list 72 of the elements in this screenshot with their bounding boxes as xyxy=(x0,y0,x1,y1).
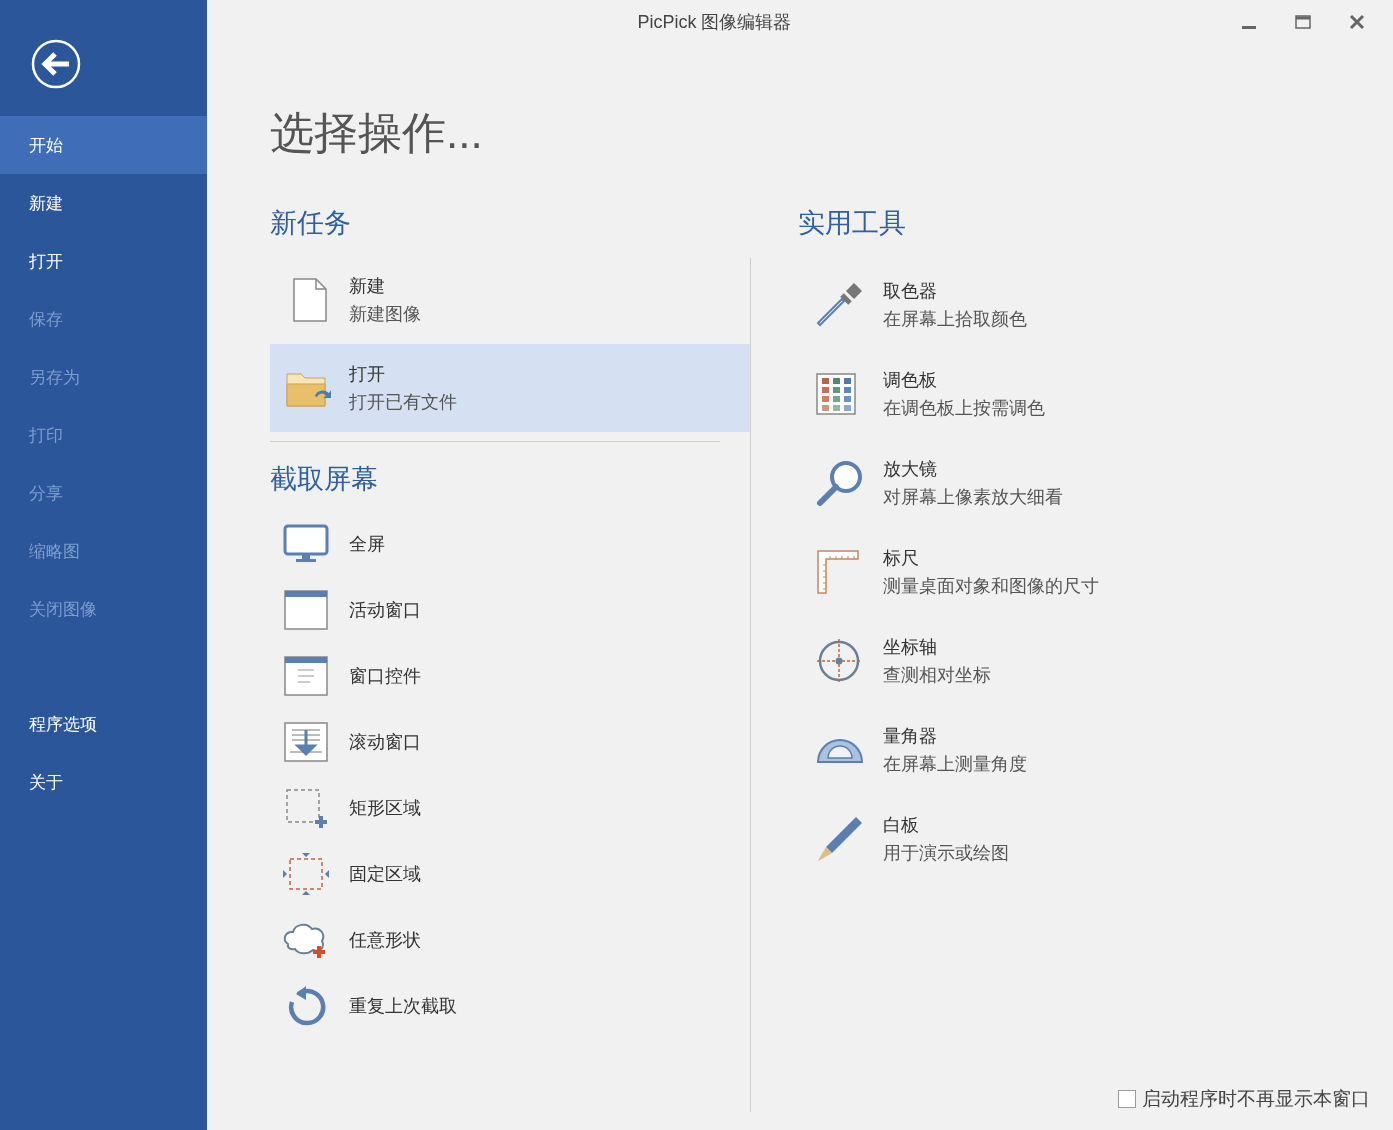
capture-label: 矩形区域 xyxy=(349,797,421,820)
tool-description: 查测相对坐标 xyxy=(883,663,991,687)
window-icon xyxy=(284,656,328,696)
tool-description: 在屏幕上拾取颜色 xyxy=(883,307,1027,331)
tool-item[interactable]: 调色板 在调色板上按需调色 xyxy=(798,349,1370,438)
tool-title: 取色器 xyxy=(883,279,938,303)
palette-grid-icon xyxy=(816,372,856,415)
page-heading: 选择操作... xyxy=(270,107,484,159)
window-icon xyxy=(284,590,328,630)
rectangle-select-icon xyxy=(284,788,328,828)
magnifier-icon xyxy=(816,458,864,507)
minimize-icon xyxy=(1242,25,1256,29)
capture-item[interactable]: 矩形区域 xyxy=(270,775,750,841)
sidebar-item[interactable]: 新建 xyxy=(0,174,207,232)
section-title: 新任务 xyxy=(270,207,352,240)
capture-label: 固定区域 xyxy=(349,863,421,886)
tool-item[interactable]: 标尺 测量桌面对象和图像的尺寸 xyxy=(798,527,1370,616)
tool-title: 调色板 xyxy=(883,368,938,392)
tool-title: 放大镜 xyxy=(883,457,938,481)
tool-item[interactable]: 取色器 在屏幕上拾取颜色 xyxy=(798,260,1370,349)
capture-label: 窗口控件 xyxy=(349,665,421,688)
checkbox[interactable] xyxy=(1118,1090,1136,1108)
task-description: 新建图像 xyxy=(349,303,421,326)
capture-item[interactable]: 全屏 xyxy=(270,511,750,577)
pen-icon xyxy=(816,814,864,863)
capture-item[interactable]: 窗口控件 xyxy=(270,643,750,709)
section-title: 截取屏幕 xyxy=(270,463,379,496)
sidebar-item[interactable]: 程序选项 xyxy=(0,695,207,753)
task-item[interactable]: 打开 打开已有文件 xyxy=(270,344,750,432)
capture-label: 滚动窗口 xyxy=(349,731,421,754)
tool-item[interactable]: 量角器 在屏幕上测量角度 xyxy=(798,705,1370,794)
tool-description: 在调色板上按需调色 xyxy=(883,396,1045,420)
task-title: 新建 xyxy=(349,275,386,298)
ruler-icon xyxy=(816,548,860,595)
tool-item[interactable]: 白板 用于演示或绘图 xyxy=(798,794,1370,883)
capture-label: 任意形状 xyxy=(349,929,421,952)
task-item[interactable]: 新建 新建图像 xyxy=(270,256,750,344)
task-description: 打开已有文件 xyxy=(349,391,457,414)
tool-description: 用于演示或绘图 xyxy=(883,841,1009,865)
capture-item[interactable]: 任意形状 xyxy=(270,907,750,973)
tool-title: 白板 xyxy=(883,813,920,837)
maximize-icon xyxy=(1295,15,1311,29)
close-icon xyxy=(1349,14,1365,30)
section-title: 实用工具 xyxy=(798,207,907,240)
tool-title: 量角器 xyxy=(883,724,938,748)
tool-item[interactable]: 坐标轴 查测相对坐标 xyxy=(798,616,1370,705)
crosshair-icon xyxy=(816,637,862,684)
tool-title: 标尺 xyxy=(883,546,920,570)
capture-label: 全屏 xyxy=(349,533,385,556)
fixed-region-icon xyxy=(282,852,330,896)
window-title: PicPick 图像编辑器 xyxy=(636,11,793,34)
tool-item[interactable]: 放大镜 对屏幕上像素放大细看 xyxy=(798,438,1370,527)
capture-item[interactable]: 活动窗口 xyxy=(270,577,750,643)
sidebar-item[interactable]: 关于 xyxy=(0,753,207,811)
capture-item[interactable]: 固定区域 xyxy=(270,841,750,907)
checkbox-label: 启动程序时不再显示本窗口 xyxy=(1142,1087,1370,1111)
task-title: 打开 xyxy=(349,363,386,386)
capture-item[interactable]: 重复上次截取 xyxy=(270,973,750,1039)
tool-title: 坐标轴 xyxy=(883,635,938,659)
tool-description: 测量桌面对象和图像的尺寸 xyxy=(883,574,1099,598)
tool-description: 对屏幕上像素放大细看 xyxy=(883,485,1063,509)
scroll-window-icon xyxy=(284,722,328,762)
capture-label: 重复上次截取 xyxy=(349,995,457,1018)
document-icon xyxy=(292,278,327,322)
capture-label: 活动窗口 xyxy=(349,599,421,622)
sidebar-item[interactable]: 打开 xyxy=(0,232,207,290)
tool-description: 在屏幕上测量角度 xyxy=(883,752,1027,776)
sidebar-item[interactable]: 开始 xyxy=(0,116,207,174)
capture-item[interactable]: 滚动窗口 xyxy=(270,709,750,775)
monitor-icon xyxy=(283,524,329,564)
eyedropper-icon xyxy=(816,280,864,329)
back-button[interactable] xyxy=(31,39,81,89)
